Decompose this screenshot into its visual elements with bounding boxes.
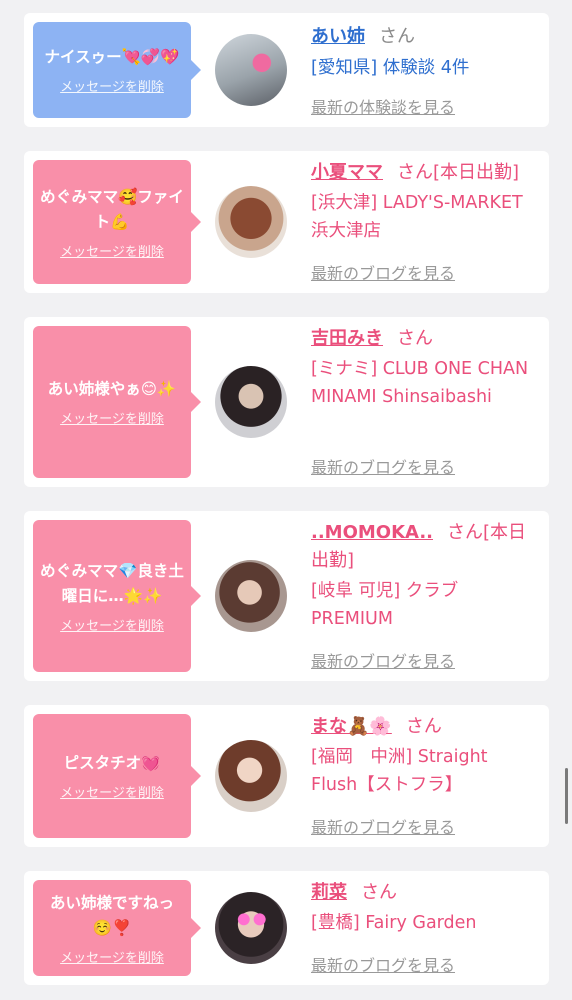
avatar[interactable] (215, 186, 287, 258)
message-bubble: めぐみママ💎良き土曜日に…🌟✨ メッセージを削除 (33, 520, 201, 672)
shop-text: [愛知県] 体験談 4件 (311, 58, 470, 78)
name-line: まな🧸🌸 さん (311, 713, 539, 741)
name-suffix: さん (361, 882, 397, 903)
user-name-link[interactable]: 莉菜 (311, 882, 347, 903)
shop-text: [豊橋] Fairy Garden (311, 913, 477, 933)
delete-message-link[interactable]: メッセージを削除 (60, 615, 164, 634)
shop-text: [ミナミ] CLUB ONE CHAN MINAMI Shinsaibashi (311, 359, 529, 407)
name-suffix: さん[本日出勤] (397, 162, 520, 183)
name-suffix: さん (405, 716, 442, 737)
name-line: 莉菜 さん (311, 879, 539, 907)
message-bubble: ナイスゥー💘💞💖 メッセージを削除 (33, 22, 201, 118)
delete-message-link[interactable]: メッセージを削除 (60, 782, 164, 801)
message-card: あい姉様やぁ😊✨ メッセージを削除 吉田みき さん [ミナミ] CLUB ONE … (24, 317, 549, 487)
message-bubble: あい姉様ですねっ☺️❣️ メッセージを削除 (33, 880, 201, 976)
delete-message-link[interactable]: メッセージを削除 (60, 947, 164, 966)
message-text: ナイスゥー💘💞💖 (44, 48, 180, 66)
user-name-link[interactable]: まな🧸🌸 (311, 716, 392, 737)
message-bubble: ピスタチオ💓 メッセージを削除 (33, 714, 201, 838)
latest-blog-link[interactable]: 最新のブログを見る (311, 952, 455, 976)
message-card: ピスタチオ💓 メッセージを削除 まな🧸🌸 さん [福岡 中洲] Straight … (24, 705, 549, 847)
message-text: ピスタチオ💓 (63, 754, 161, 772)
message-text: あい姉様ですねっ☺️❣️ (49, 893, 174, 937)
message-card: あい姉様ですねっ☺️❣️ メッセージを削除 莉菜 さん [豊橋] Fairy Ga… (24, 871, 549, 985)
message-text: めぐみママ🥰ファイト💪 (40, 187, 184, 231)
message-text: めぐみママ💎良き土曜日に…🌟✨ (40, 561, 184, 605)
name-suffix: さん (379, 26, 415, 47)
user-name-link[interactable]: あい姉 (311, 26, 365, 47)
shop-text: [浜大津] LADY'S-MARKET 浜大津店 (311, 193, 523, 241)
scrollbar[interactable] (565, 768, 568, 824)
latest-blog-link[interactable]: 最新のブログを見る (311, 454, 455, 478)
latest-review-link[interactable]: 最新の体験談を見る (311, 94, 455, 118)
name-line: あい姉 さん (311, 23, 539, 51)
delete-message-link[interactable]: メッセージを削除 (60, 76, 164, 95)
message-card: ナイスゥー💘💞💖 メッセージを削除 あい姉 さん [愛知県] 体験談 4件 最新の… (24, 13, 549, 127)
latest-blog-link[interactable]: 最新のブログを見る (311, 648, 455, 672)
user-name-link[interactable]: 吉田みき (311, 328, 383, 349)
message-card: めぐみママ💎良き土曜日に…🌟✨ メッセージを削除 ..MOMOKA.. さん[本日… (24, 511, 549, 681)
message-text: あい姉様やぁ😊✨ (47, 380, 177, 398)
shop-text: [福岡 中洲] Straight Flush【ストフラ】 (311, 747, 488, 795)
latest-blog-link[interactable]: 最新のブログを見る (311, 814, 455, 838)
avatar[interactable] (215, 366, 287, 438)
user-name-link[interactable]: 小夏ママ (311, 162, 383, 183)
avatar[interactable] (215, 740, 287, 812)
shop-text: [岐阜 可児] クラブPREMIUM (311, 581, 459, 629)
delete-message-link[interactable]: メッセージを削除 (60, 241, 164, 260)
message-bubble: あい姉様やぁ😊✨ メッセージを削除 (33, 326, 201, 478)
delete-message-link[interactable]: メッセージを削除 (60, 408, 164, 427)
name-line: 吉田みき さん (311, 325, 539, 353)
name-line: 小夏ママ さん[本日出勤] (311, 159, 539, 187)
avatar[interactable] (215, 560, 287, 632)
user-name-link[interactable]: ..MOMOKA.. (311, 522, 433, 543)
avatar[interactable] (215, 34, 287, 106)
latest-blog-link[interactable]: 最新のブログを見る (311, 260, 455, 284)
name-suffix: さん (397, 328, 433, 349)
message-bubble: めぐみママ🥰ファイト💪 メッセージを削除 (33, 160, 201, 284)
name-line: ..MOMOKA.. さん[本日出勤] (311, 519, 539, 575)
message-card: めぐみママ🥰ファイト💪 メッセージを削除 小夏ママ さん[本日出勤] [浜大津] … (24, 151, 549, 293)
avatar[interactable] (215, 892, 287, 964)
